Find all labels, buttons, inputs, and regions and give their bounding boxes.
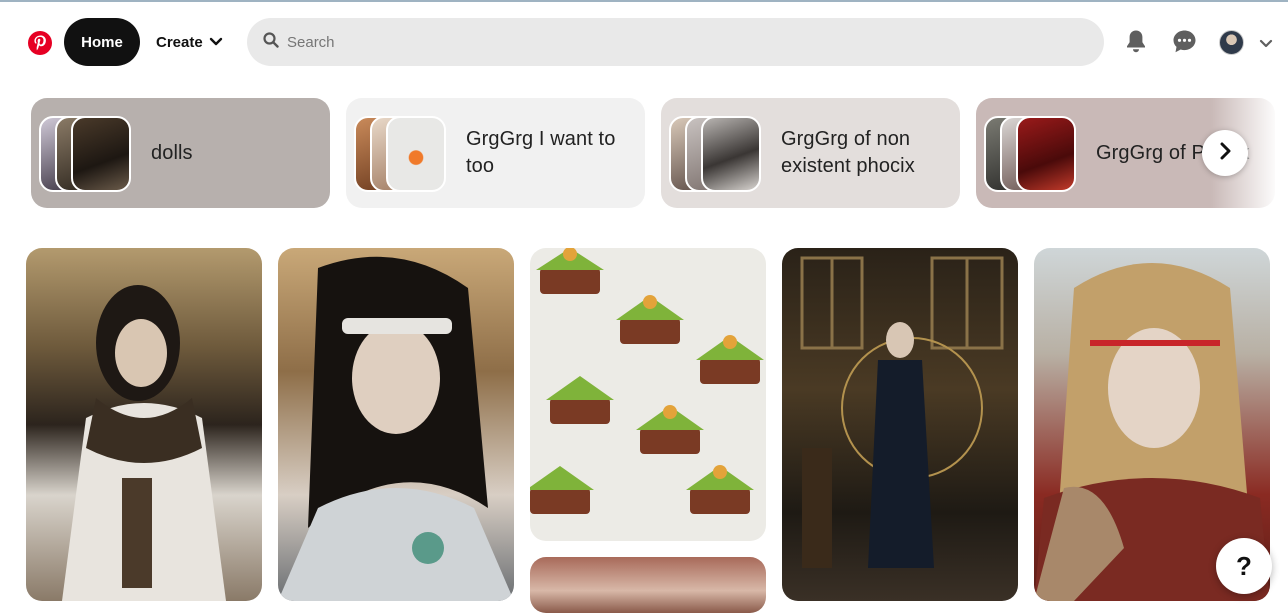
pin-image-doll-dark-robes-interior[interactable] bbox=[782, 248, 1018, 601]
board-card-dolls[interactable]: dolls bbox=[31, 98, 330, 208]
board-label: GrgGrg of non existent phocix bbox=[781, 128, 915, 177]
pin-image-doll-black-hair-armor[interactable] bbox=[26, 248, 262, 601]
search-icon bbox=[263, 31, 279, 53]
home-button-label: Home bbox=[81, 33, 123, 51]
board-thumbnail bbox=[71, 116, 131, 192]
help-button[interactable]: ? bbox=[1216, 538, 1272, 594]
chat-icon[interactable] bbox=[1171, 28, 1197, 54]
chevron-down-icon bbox=[209, 34, 223, 51]
help-label: ? bbox=[1236, 550, 1252, 581]
search-placeholder: Search bbox=[287, 33, 335, 51]
pin-image-doll-headband-warrior[interactable] bbox=[278, 248, 514, 601]
pin-artwork bbox=[62, 285, 226, 601]
board-card-grggrg-i-want-to-too[interactable]: GrgGrg I want to too bbox=[346, 98, 645, 208]
create-dropdown-button[interactable]: Create bbox=[148, 18, 231, 66]
board-card-grggrg-of-non-existent-phocix[interactable]: GrgGrg of non existent phocix bbox=[661, 98, 960, 208]
top-navigation-bar: Home Create Search bbox=[0, 2, 1288, 82]
board-thumbnails bbox=[354, 116, 450, 192]
board-thumbnail bbox=[701, 116, 761, 192]
user-avatar[interactable] bbox=[1219, 30, 1244, 55]
board-thumbnails bbox=[669, 116, 765, 192]
account-chevron-down-icon[interactable] bbox=[1259, 36, 1273, 54]
pin-artwork bbox=[278, 256, 514, 601]
board-label: dolls bbox=[151, 142, 193, 164]
board-thumbnail bbox=[386, 116, 446, 192]
pin-image-blossom-scene[interactable] bbox=[530, 557, 766, 613]
pin-image-matcha-pagoda-cakes[interactable] bbox=[530, 248, 766, 541]
home-button[interactable]: Home bbox=[64, 18, 140, 66]
pin-artwork bbox=[800, 256, 1004, 568]
board-thumbnail bbox=[1016, 116, 1076, 192]
next-boards-button[interactable] bbox=[1202, 130, 1248, 176]
pin-artwork bbox=[530, 248, 764, 514]
board-label: GrgGrg I want to too bbox=[466, 128, 616, 177]
pinterest-logo-icon[interactable] bbox=[27, 30, 53, 56]
chevron-right-icon bbox=[1219, 142, 1231, 165]
bell-icon[interactable] bbox=[1123, 28, 1149, 54]
create-button-label: Create bbox=[156, 33, 203, 51]
board-thumbnails bbox=[984, 116, 1080, 192]
search-input[interactable]: Search bbox=[247, 18, 1104, 66]
board-suggestions-row: dolls GrgGrg I want to too GrgGrg of non… bbox=[31, 98, 1288, 208]
board-thumbnails bbox=[39, 116, 135, 192]
